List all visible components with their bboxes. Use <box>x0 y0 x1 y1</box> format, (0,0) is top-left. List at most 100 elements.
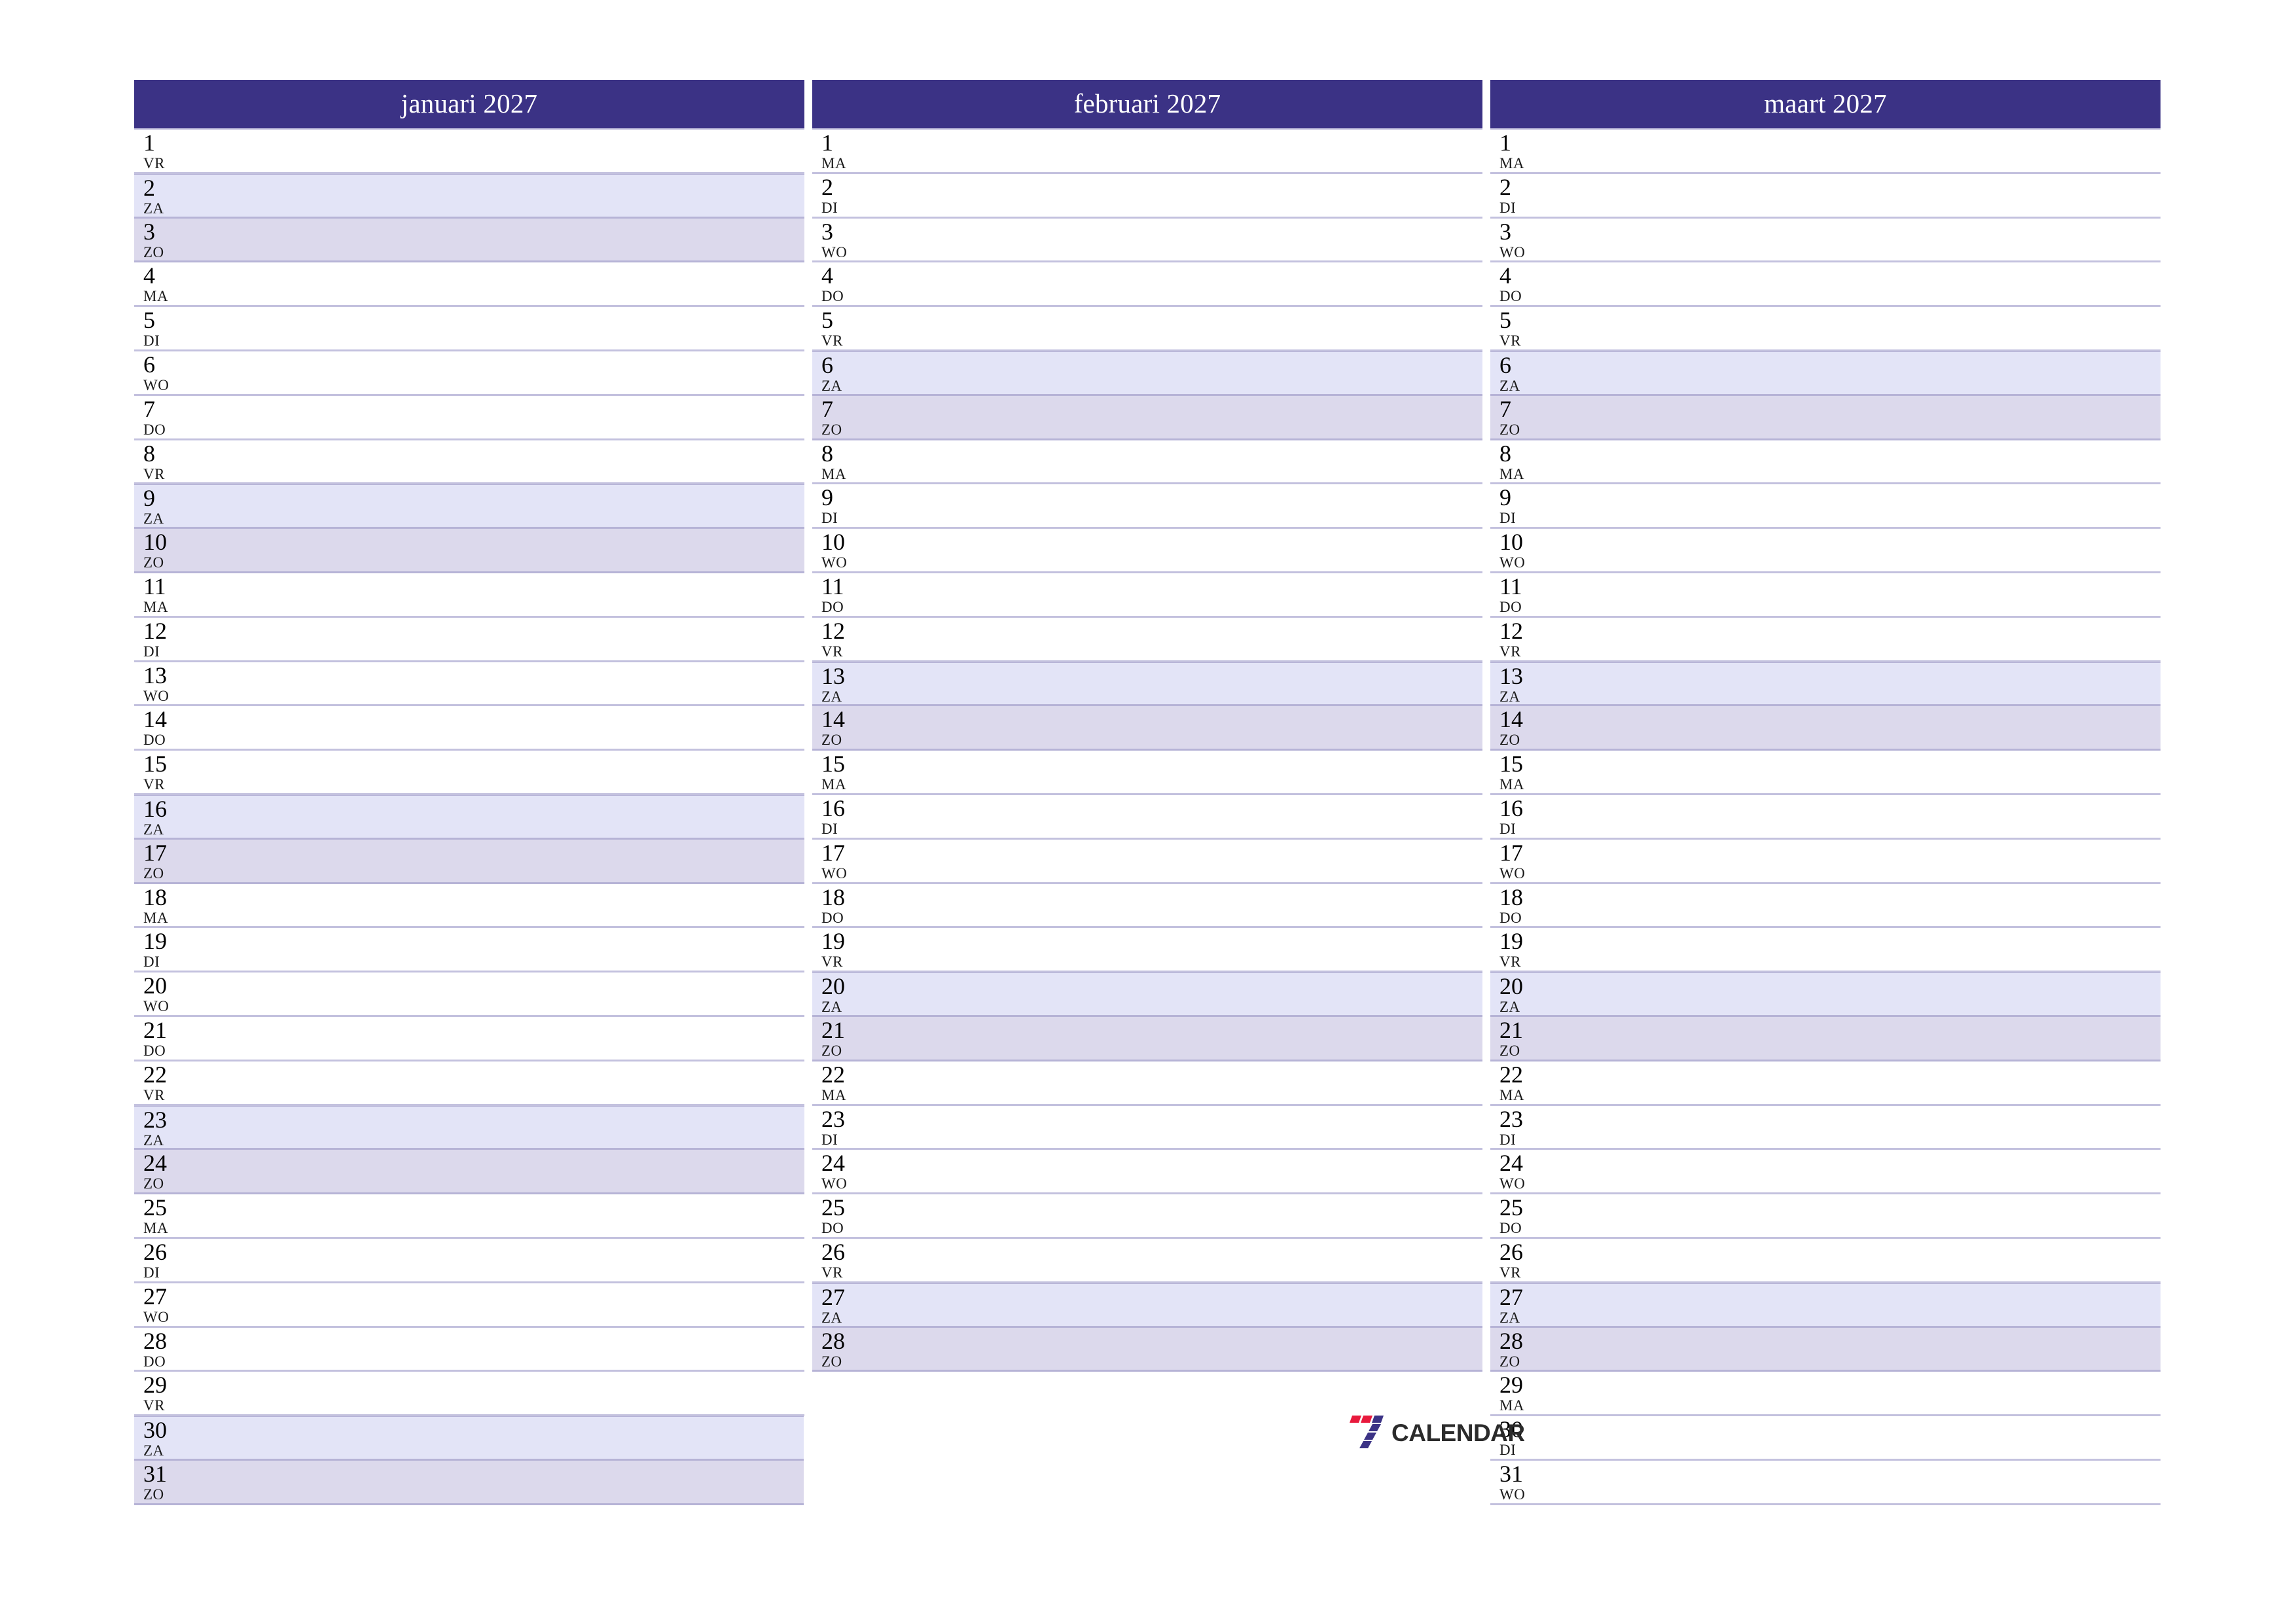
day-row[interactable]: 16 DI <box>1490 794 2161 840</box>
day-number: 5 <box>143 307 155 334</box>
day-row[interactable]: 9 ZA <box>134 484 804 529</box>
day-row[interactable]: 20 ZA <box>1490 972 2161 1017</box>
day-row[interactable]: 18 MA <box>134 883 804 929</box>
day-row[interactable]: 21 DO <box>134 1016 804 1061</box>
day-row[interactable]: 21 ZO <box>812 1016 1482 1061</box>
day-row[interactable]: 11 MA <box>134 573 804 618</box>
day-row[interactable]: 26 DI <box>134 1238 804 1283</box>
day-row[interactable]: 30 DI <box>1490 1416 2161 1461</box>
day-row[interactable]: 19 VR <box>812 928 1482 973</box>
day-row[interactable]: 27 WO <box>134 1283 804 1328</box>
day-row[interactable]: 28 ZO <box>812 1327 1482 1372</box>
day-row[interactable]: 18 DO <box>812 883 1482 929</box>
day-row[interactable]: 9 DI <box>1490 484 2161 529</box>
day-row[interactable]: 15 MA <box>1490 751 2161 795</box>
day-row[interactable]: 14 ZO <box>1490 706 2161 751</box>
day-row[interactable]: 8 VR <box>134 440 804 485</box>
day-weekday-abbr: DI <box>143 332 160 349</box>
day-row[interactable]: 27 ZA <box>812 1283 1482 1328</box>
day-row[interactable]: 14 ZO <box>812 706 1482 751</box>
day-row[interactable]: 12 VR <box>812 617 1482 662</box>
day-weekday-abbr: DO <box>821 909 844 926</box>
day-row[interactable]: 29 MA <box>1490 1372 2161 1417</box>
day-row[interactable]: 4 DO <box>1490 262 2161 308</box>
day-row[interactable]: 12 VR <box>1490 617 2161 662</box>
day-row[interactable]: 10 WO <box>812 529 1482 573</box>
day-row[interactable]: 30 ZA <box>134 1416 804 1461</box>
day-row[interactable]: 12 DI <box>134 617 804 662</box>
day-row[interactable]: 11 DO <box>1490 573 2161 618</box>
day-number: 30 <box>143 1417 167 1444</box>
day-row[interactable]: 21 ZO <box>1490 1016 2161 1061</box>
day-row[interactable]: 23 DI <box>812 1105 1482 1150</box>
day-row[interactable]: 6 ZA <box>1490 351 2161 396</box>
day-row[interactable]: 6 ZA <box>812 351 1482 396</box>
day-row[interactable]: 3 WO <box>812 218 1482 263</box>
day-row[interactable]: 28 ZO <box>1490 1327 2161 1372</box>
day-weekday-abbr: DO <box>821 1220 844 1237</box>
day-row[interactable]: 28 DO <box>134 1327 804 1372</box>
day-row[interactable]: 15 MA <box>812 751 1482 795</box>
day-row[interactable]: 1 VR <box>134 130 804 174</box>
day-number: 15 <box>1499 751 1523 777</box>
day-row[interactable]: 5 DI <box>134 307 804 351</box>
day-weekday-abbr: VR <box>143 155 165 171</box>
day-row[interactable]: 3 WO <box>1490 218 2161 263</box>
day-row[interactable]: 23 ZA <box>134 1105 804 1150</box>
day-row[interactable]: 5 VR <box>812 307 1482 351</box>
day-row[interactable]: 22 VR <box>134 1061 804 1106</box>
day-row[interactable]: 8 MA <box>1490 440 2161 485</box>
day-row[interactable]: 20 ZA <box>812 972 1482 1017</box>
day-row[interactable]: 7 ZO <box>812 395 1482 440</box>
day-row[interactable]: 2 ZA <box>134 173 804 219</box>
day-row[interactable]: 2 DI <box>1490 173 2161 219</box>
day-row[interactable]: 3 ZO <box>134 218 804 263</box>
day-row[interactable]: 2 DI <box>812 173 1482 219</box>
day-row[interactable]: 14 DO <box>134 706 804 751</box>
day-row[interactable]: 4 MA <box>134 262 804 308</box>
day-weekday-abbr: WO <box>143 687 170 704</box>
day-row[interactable]: 22 MA <box>812 1061 1482 1106</box>
day-row[interactable]: 16 DI <box>812 794 1482 840</box>
day-row[interactable]: 19 VR <box>1490 928 2161 973</box>
day-row[interactable]: 22 MA <box>1490 1061 2161 1106</box>
day-row[interactable]: 19 DI <box>134 928 804 973</box>
day-row[interactable]: 17 WO <box>1490 839 2161 884</box>
day-weekday-abbr: VR <box>821 954 843 971</box>
day-row[interactable]: 24 ZO <box>134 1150 804 1195</box>
day-row[interactable]: 24 WO <box>1490 1150 2161 1195</box>
day-row[interactable]: 6 WO <box>134 351 804 396</box>
day-row[interactable]: 10 ZO <box>134 529 804 573</box>
day-row[interactable]: 17 WO <box>812 839 1482 884</box>
day-row[interactable]: 1 MA <box>812 130 1482 174</box>
day-row[interactable]: 26 VR <box>812 1238 1482 1283</box>
day-row[interactable]: 17 ZO <box>134 839 804 884</box>
day-row[interactable]: 16 ZA <box>134 794 804 840</box>
day-row[interactable]: 25 MA <box>134 1194 804 1239</box>
day-row[interactable]: 13 ZA <box>812 662 1482 707</box>
day-weekday-abbr: DI <box>143 643 160 660</box>
day-row[interactable]: 10 WO <box>1490 529 2161 573</box>
day-row[interactable]: 29 VR <box>134 1372 804 1417</box>
day-row[interactable]: 11 DO <box>812 573 1482 618</box>
day-row[interactable]: 8 MA <box>812 440 1482 485</box>
day-row[interactable]: 20 WO <box>134 972 804 1017</box>
day-row[interactable]: 18 DO <box>1490 883 2161 929</box>
day-row[interactable]: 13 ZA <box>1490 662 2161 707</box>
day-row[interactable]: 25 DO <box>1490 1194 2161 1239</box>
day-row[interactable]: 26 VR <box>1490 1238 2161 1283</box>
day-row[interactable]: 5 VR <box>1490 307 2161 351</box>
day-row[interactable]: 23 DI <box>1490 1105 2161 1150</box>
day-row[interactable]: 27 ZA <box>1490 1283 2161 1328</box>
day-row[interactable]: 7 DO <box>134 395 804 440</box>
day-row[interactable]: 25 DO <box>812 1194 1482 1239</box>
day-row[interactable]: 4 DO <box>812 262 1482 308</box>
day-row[interactable]: 31 WO <box>1490 1460 2161 1505</box>
day-row[interactable]: 1 MA <box>1490 130 2161 174</box>
day-row[interactable]: 24 WO <box>812 1150 1482 1195</box>
day-row[interactable]: 9 DI <box>812 484 1482 529</box>
day-row[interactable]: 31 ZO <box>134 1460 804 1505</box>
day-row[interactable]: 13 WO <box>134 662 804 707</box>
day-row[interactable]: 7 ZO <box>1490 395 2161 440</box>
day-row[interactable]: 15 VR <box>134 751 804 795</box>
